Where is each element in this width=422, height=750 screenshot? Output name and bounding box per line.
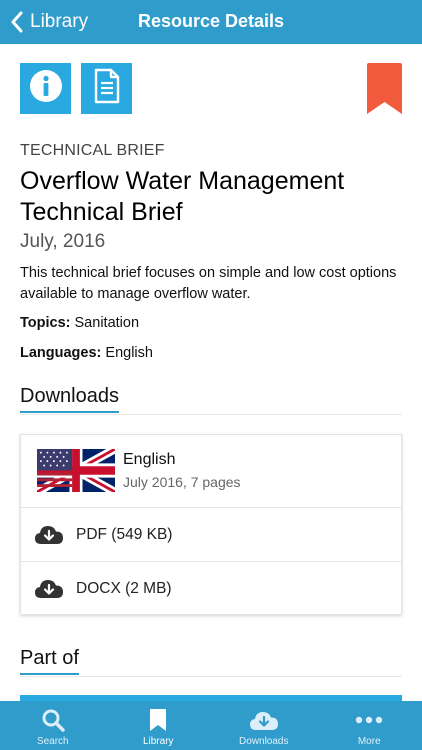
part-of-section-heading: Part of <box>20 647 402 677</box>
info-button[interactable] <box>20 63 71 114</box>
resource-title: Overflow Water Management Technical Brie… <box>20 167 345 226</box>
document-button[interactable] <box>81 63 132 114</box>
tab-downloads-label: Downloads <box>239 736 289 747</box>
topics-value: Sanitation <box>74 315 140 331</box>
topics-label: Topics: <box>20 315 71 331</box>
more-dots-icon <box>354 707 384 733</box>
nav-bar: Library Resource Details <box>0 0 422 44</box>
document-icon <box>92 68 122 109</box>
resource-category: TECHNICAL BRIEF <box>20 142 165 159</box>
back-button[interactable]: Library <box>6 8 88 36</box>
languages-label: Languages: <box>20 345 102 361</box>
chevron-left-icon <box>6 8 28 36</box>
download-pdf-row[interactable]: PDF (549 KB) <box>21 508 401 562</box>
bookmark-icon <box>143 707 173 733</box>
download-docx-row[interactable]: DOCX (2 MB) <box>21 562 401 616</box>
uk-flag-icon <box>37 449 115 492</box>
resource-description: This technical brief focuses on simple a… <box>20 265 397 302</box>
part-of-heading: Part of <box>20 647 79 675</box>
languages-row: Languages: English <box>20 345 153 361</box>
bookmark-icon[interactable] <box>367 63 402 114</box>
resource-date: July, 2016 <box>20 231 106 252</box>
tab-more-label: More <box>357 736 381 747</box>
language-details: July 2016, 7 pages <box>123 474 241 490</box>
docx-download-label: DOCX (2 MB) <box>76 580 172 597</box>
info-icon <box>28 68 64 109</box>
language-name: English <box>123 451 176 468</box>
search-icon <box>38 707 68 733</box>
cloud-download-icon <box>249 707 279 733</box>
downloads-heading: Downloads <box>20 385 119 413</box>
language-row: English July 2016, 7 pages <box>21 435 401 508</box>
cloud-download-icon <box>34 523 64 545</box>
back-label: Library <box>30 11 89 32</box>
downloads-card: English July 2016, 7 pages PDF (549 KB) … <box>20 434 402 615</box>
tab-search[interactable]: Search <box>0 701 106 750</box>
cloud-download-icon <box>34 577 64 599</box>
tab-bar: Search Library Downloads More <box>0 701 422 750</box>
downloads-section-heading: Downloads <box>20 385 402 415</box>
topics-row: Topics: Sanitation <box>20 315 139 331</box>
tab-more[interactable]: More <box>317 701 422 750</box>
tab-library[interactable]: Library <box>106 701 212 750</box>
tab-library-label: Library <box>142 736 174 747</box>
pdf-download-label: PDF (549 KB) <box>76 526 173 543</box>
languages-value: English <box>105 345 153 361</box>
tab-search-label: Search <box>36 736 69 747</box>
tab-downloads[interactable]: Downloads <box>211 701 317 750</box>
